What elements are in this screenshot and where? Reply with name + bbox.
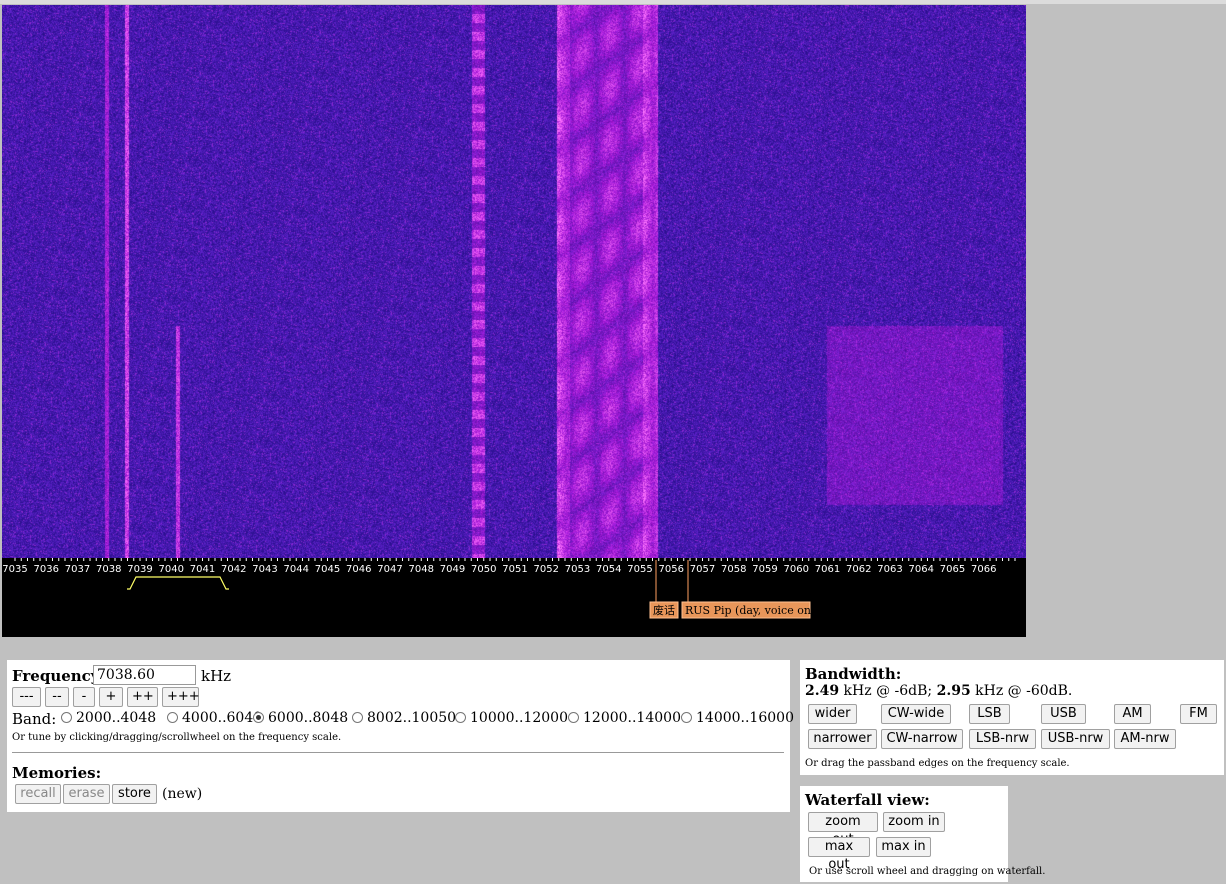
- store-button[interactable]: store: [112, 784, 157, 804]
- lsb-button[interactable]: LSB: [969, 704, 1010, 724]
- scale-label: 7057: [690, 564, 715, 575]
- scale-label: 7064: [909, 564, 934, 575]
- frequency-input[interactable]: [93, 665, 196, 685]
- bookmark-label[interactable]: RUS Pip (day, voice only): [685, 604, 825, 617]
- band-radio[interactable]: [61, 712, 72, 723]
- scale-label: 7035: [2, 564, 27, 575]
- passband-marker[interactable]: [127, 576, 229, 590]
- band-option-label: 10000..12000: [470, 710, 568, 726]
- scale-label: 7055: [627, 564, 652, 575]
- bandwidth-label: Bandwidth:: [805, 665, 902, 683]
- bandwidth-6db-text: kHz @ -6dB;: [839, 683, 937, 699]
- frequency-scale[interactable]: 7035 7036 7037 7038 7039 7040 7041 7042 7043 7044…: [2, 558, 1026, 637]
- scale-label: 7036: [34, 564, 59, 575]
- am-button[interactable]: AM: [1114, 704, 1151, 724]
- band-radio[interactable]: [568, 712, 579, 723]
- bandwidth-60db-value: 2.95: [936, 683, 971, 699]
- scale-label: 7060: [784, 564, 809, 575]
- scale-label: 7056: [659, 564, 684, 575]
- step-up-medium-button[interactable]: ++: [127, 687, 158, 707]
- step-up-small-button[interactable]: +: [99, 687, 123, 707]
- band-option-label: 2000..4048: [76, 710, 157, 726]
- erase-button[interactable]: erase: [63, 784, 110, 804]
- scale-label: 7052: [534, 564, 559, 575]
- fm-button[interactable]: FM: [1180, 704, 1217, 724]
- lsb-narrow-button[interactable]: LSB-nrw: [969, 729, 1036, 749]
- frequency-panel: Frequency: kHz --- -- - + ++ +++ Band: 2…: [7, 660, 794, 812]
- scale-label: 7051: [502, 564, 527, 575]
- top-border: [0, 0, 1226, 4]
- band-option-label: 14000..16000: [696, 710, 794, 726]
- scale-label: 7065: [940, 564, 965, 575]
- bookmark-label[interactable]: 废话: [653, 603, 675, 617]
- scale-label: 7040: [159, 564, 184, 575]
- step-up-large-button[interactable]: +++: [162, 687, 200, 707]
- usb-button[interactable]: USB: [1041, 704, 1086, 724]
- scale-label: 7045: [315, 564, 340, 575]
- scale-label: 7048: [409, 564, 434, 575]
- waterfall-display[interactable]: [2, 5, 1026, 558]
- zoom-out-button[interactable]: zoom out: [808, 812, 878, 847]
- scale-label: 7066: [971, 564, 996, 575]
- band-radio[interactable]: [253, 712, 264, 723]
- scale-label: 7039: [127, 564, 152, 575]
- scale-label: 7047: [377, 564, 402, 575]
- cw-wide-button[interactable]: CW-wide: [881, 704, 951, 724]
- scale-label: 7063: [877, 564, 902, 575]
- scale-label: 7037: [65, 564, 90, 575]
- step-down-medium-button[interactable]: --: [45, 687, 69, 707]
- scale-label: 7053: [565, 564, 590, 575]
- band-option-label: 6000..8048: [268, 710, 349, 726]
- band-option-label: 4000..6040: [182, 710, 263, 726]
- step-down-large-button[interactable]: ---: [12, 687, 41, 707]
- memory-status: (new): [162, 786, 203, 802]
- bandwidth-panel: Bandwidth: 2.49 kHz @ -6dB; 2.95 kHz @ -…: [800, 660, 1224, 775]
- band-label: Band:: [12, 710, 57, 728]
- scale-label: 7058: [721, 564, 746, 575]
- band-radio[interactable]: [681, 712, 692, 723]
- band-radio[interactable]: [352, 712, 363, 723]
- memories-label: Memories:: [12, 764, 102, 782]
- am-narrow-button[interactable]: AM-nrw: [1114, 729, 1176, 749]
- scale-label: 7049: [440, 564, 465, 575]
- cw-narrow-button[interactable]: CW-narrow: [881, 729, 963, 749]
- scale-label: 7042: [221, 564, 246, 575]
- max-in-button[interactable]: max in: [876, 837, 931, 857]
- usb-narrow-button[interactable]: USB-nrw: [1041, 729, 1110, 749]
- band-option-label: 12000..14000: [583, 710, 681, 726]
- zoom-in-button[interactable]: zoom in: [883, 812, 945, 832]
- separator: [12, 752, 784, 753]
- scale-label: 7061: [815, 564, 840, 575]
- bandwidth-hint: Or drag the passband edges on the freque…: [805, 758, 1070, 769]
- waterfall-view-hint: Or use scroll wheel and dragging on wate…: [809, 866, 1046, 877]
- band-option-label: 8002..10050: [367, 710, 457, 726]
- wider-button[interactable]: wider: [808, 704, 857, 724]
- scale-label: 7038: [96, 564, 121, 575]
- bandwidth-60db-text: kHz @ -60dB.: [970, 683, 1073, 699]
- scale-label: 7054: [596, 564, 621, 575]
- step-down-small-button[interactable]: -: [73, 687, 95, 707]
- scale-label: 7059: [752, 564, 777, 575]
- frequency-hint: Or tune by clicking/dragging/scrollwheel…: [12, 732, 342, 743]
- scale-label: 7046: [346, 564, 371, 575]
- bandwidth-readout: 2.49 kHz @ -6dB; 2.95 kHz @ -60dB.: [805, 683, 1072, 699]
- scale-label: 7044: [284, 564, 309, 575]
- recall-button[interactable]: recall: [15, 784, 61, 804]
- narrower-button[interactable]: narrower: [808, 729, 877, 749]
- scale-label: 7041: [190, 564, 215, 575]
- bandwidth-6db-value: 2.49: [805, 683, 840, 699]
- band-radio[interactable]: [167, 712, 178, 723]
- scale-label: 7062: [846, 564, 871, 575]
- waterfall-view-panel: Waterfall view: zoom out zoom in max out…: [800, 786, 1045, 882]
- scale-label: 7043: [252, 564, 277, 575]
- band-radio[interactable]: [455, 712, 466, 723]
- scale-label: 7050: [471, 564, 496, 575]
- frequency-unit: kHz: [201, 667, 232, 685]
- waterfall-view-label: Waterfall view:: [805, 791, 930, 809]
- frequency-label: Frequency:: [12, 667, 106, 685]
- max-out-button[interactable]: max out: [808, 837, 870, 872]
